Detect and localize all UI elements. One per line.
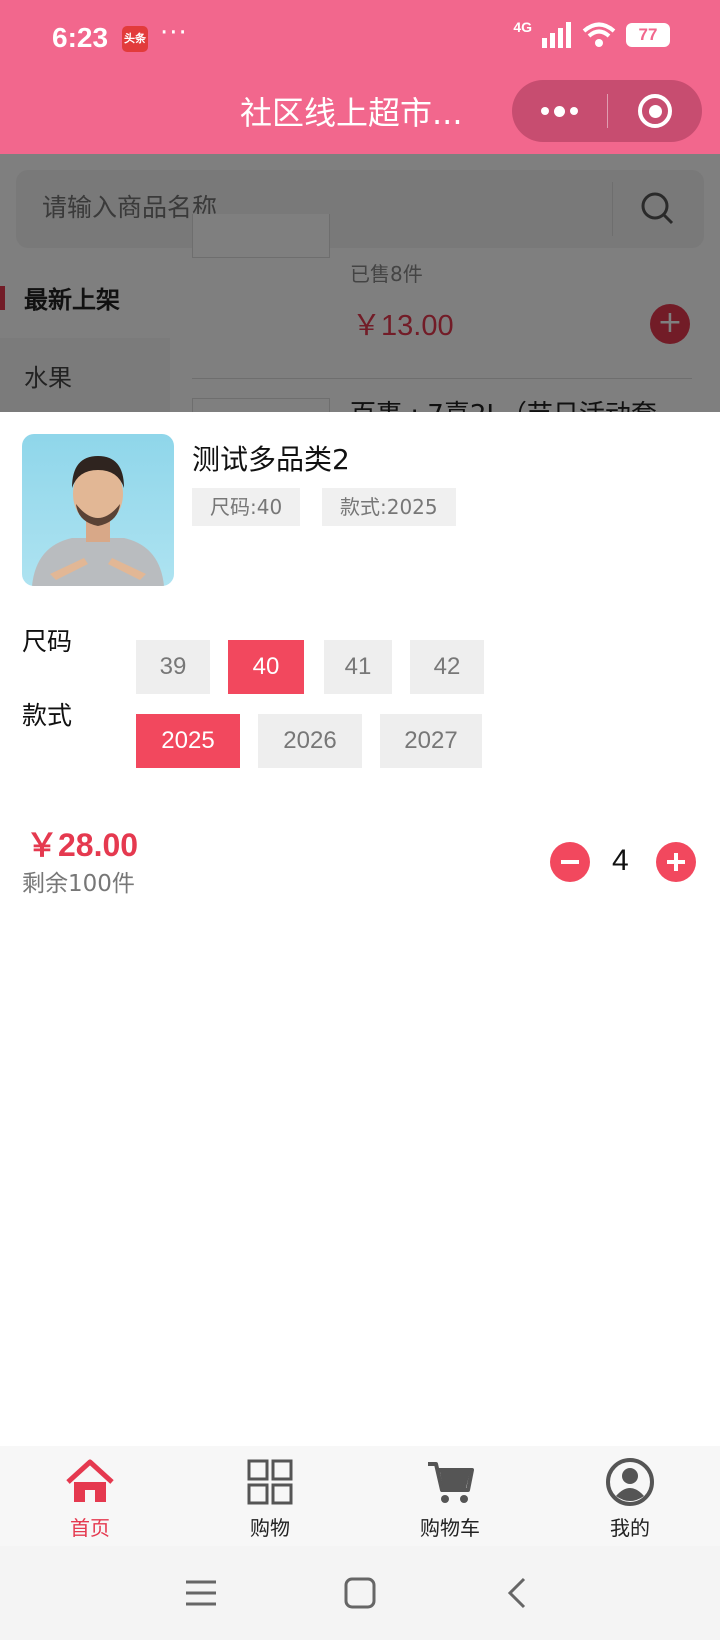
modal-overlay[interactable] xyxy=(0,154,720,412)
tab-cart[interactable]: 购物车 xyxy=(390,1456,510,1542)
page-title: 社区线上超市... xyxy=(240,94,463,132)
person-photo xyxy=(32,456,164,586)
back-icon[interactable] xyxy=(496,1570,542,1616)
tab-cart-label: 购物车 xyxy=(420,1516,480,1540)
cart-icon xyxy=(428,1462,474,1503)
target-icon xyxy=(638,94,672,128)
top-bar: 6:23 头条 ··· 4G 77 社区线上超市... xyxy=(0,0,720,154)
grid-icon xyxy=(247,1459,293,1505)
tab-shop-label: 购物 xyxy=(250,1516,290,1540)
tab-home-label: 首页 xyxy=(70,1516,110,1540)
product-name: 测试多品类2 xyxy=(192,443,350,476)
miniprogram-capsule xyxy=(512,80,702,142)
tab-home[interactable]: 首页 xyxy=(30,1456,150,1542)
home-square-icon[interactable] xyxy=(337,1570,383,1616)
home-icon xyxy=(66,1459,114,1502)
decrease-quantity-button[interactable] xyxy=(550,842,590,882)
status-more-indicator: ··· xyxy=(160,18,188,48)
more-dot-icon xyxy=(541,107,549,115)
selected-size-tag: 尺码:40 xyxy=(192,488,301,526)
user-icon xyxy=(606,1458,654,1506)
product-thumbnail xyxy=(22,434,174,586)
minus-icon xyxy=(561,860,579,864)
option-label-style: 款式 xyxy=(22,701,73,730)
size-chip-41[interactable]: 41 xyxy=(324,640,392,694)
style-chip-2025[interactable]: 2025 xyxy=(136,714,240,768)
sku-price: ￥28.00 xyxy=(26,827,139,863)
selected-style-tag: 款式:2025 xyxy=(322,488,456,526)
system-nav-bar xyxy=(0,1546,720,1640)
tab-profile-label: 我的 xyxy=(610,1516,650,1540)
style-chip-2026[interactable]: 2026 xyxy=(258,714,362,768)
status-right-group: 4G 77 xyxy=(513,19,670,48)
more-dot-icon xyxy=(554,105,565,117)
quantity-value: 4 xyxy=(612,844,629,877)
notification-app-icon: 头条 xyxy=(122,26,148,52)
increase-quantity-button[interactable] xyxy=(656,842,696,882)
more-dot-icon xyxy=(570,107,578,115)
network-type: 4G xyxy=(513,19,532,35)
more-button[interactable] xyxy=(512,80,607,142)
option-label-size: 尺码 xyxy=(22,627,73,656)
size-chip-40[interactable]: 40 xyxy=(228,640,304,694)
size-chip-39[interactable]: 39 xyxy=(136,640,210,694)
status-time: 6:23 xyxy=(52,22,109,53)
close-miniprogram-button[interactable] xyxy=(608,80,702,142)
battery-indicator: 77 xyxy=(626,23,670,47)
tab-profile[interactable]: 我的 xyxy=(570,1456,690,1542)
wifi-icon xyxy=(582,22,616,47)
stock-remaining: 剩余100件 xyxy=(22,871,135,897)
bottom-tab-bar: 首页 购物 购物车 我的 xyxy=(0,1446,720,1546)
product-spec-sheet: 测试多品类2 尺码:40 款式:2025 尺码 39 40 41 42 款式 2… xyxy=(0,412,720,1446)
menu-icon[interactable] xyxy=(178,1570,224,1616)
plus-icon-stroke xyxy=(674,853,678,871)
tab-shop[interactable]: 购物 xyxy=(210,1456,330,1542)
signal-icon xyxy=(542,22,571,48)
style-chip-2027[interactable]: 2027 xyxy=(380,714,482,768)
size-chip-42[interactable]: 42 xyxy=(410,640,484,694)
